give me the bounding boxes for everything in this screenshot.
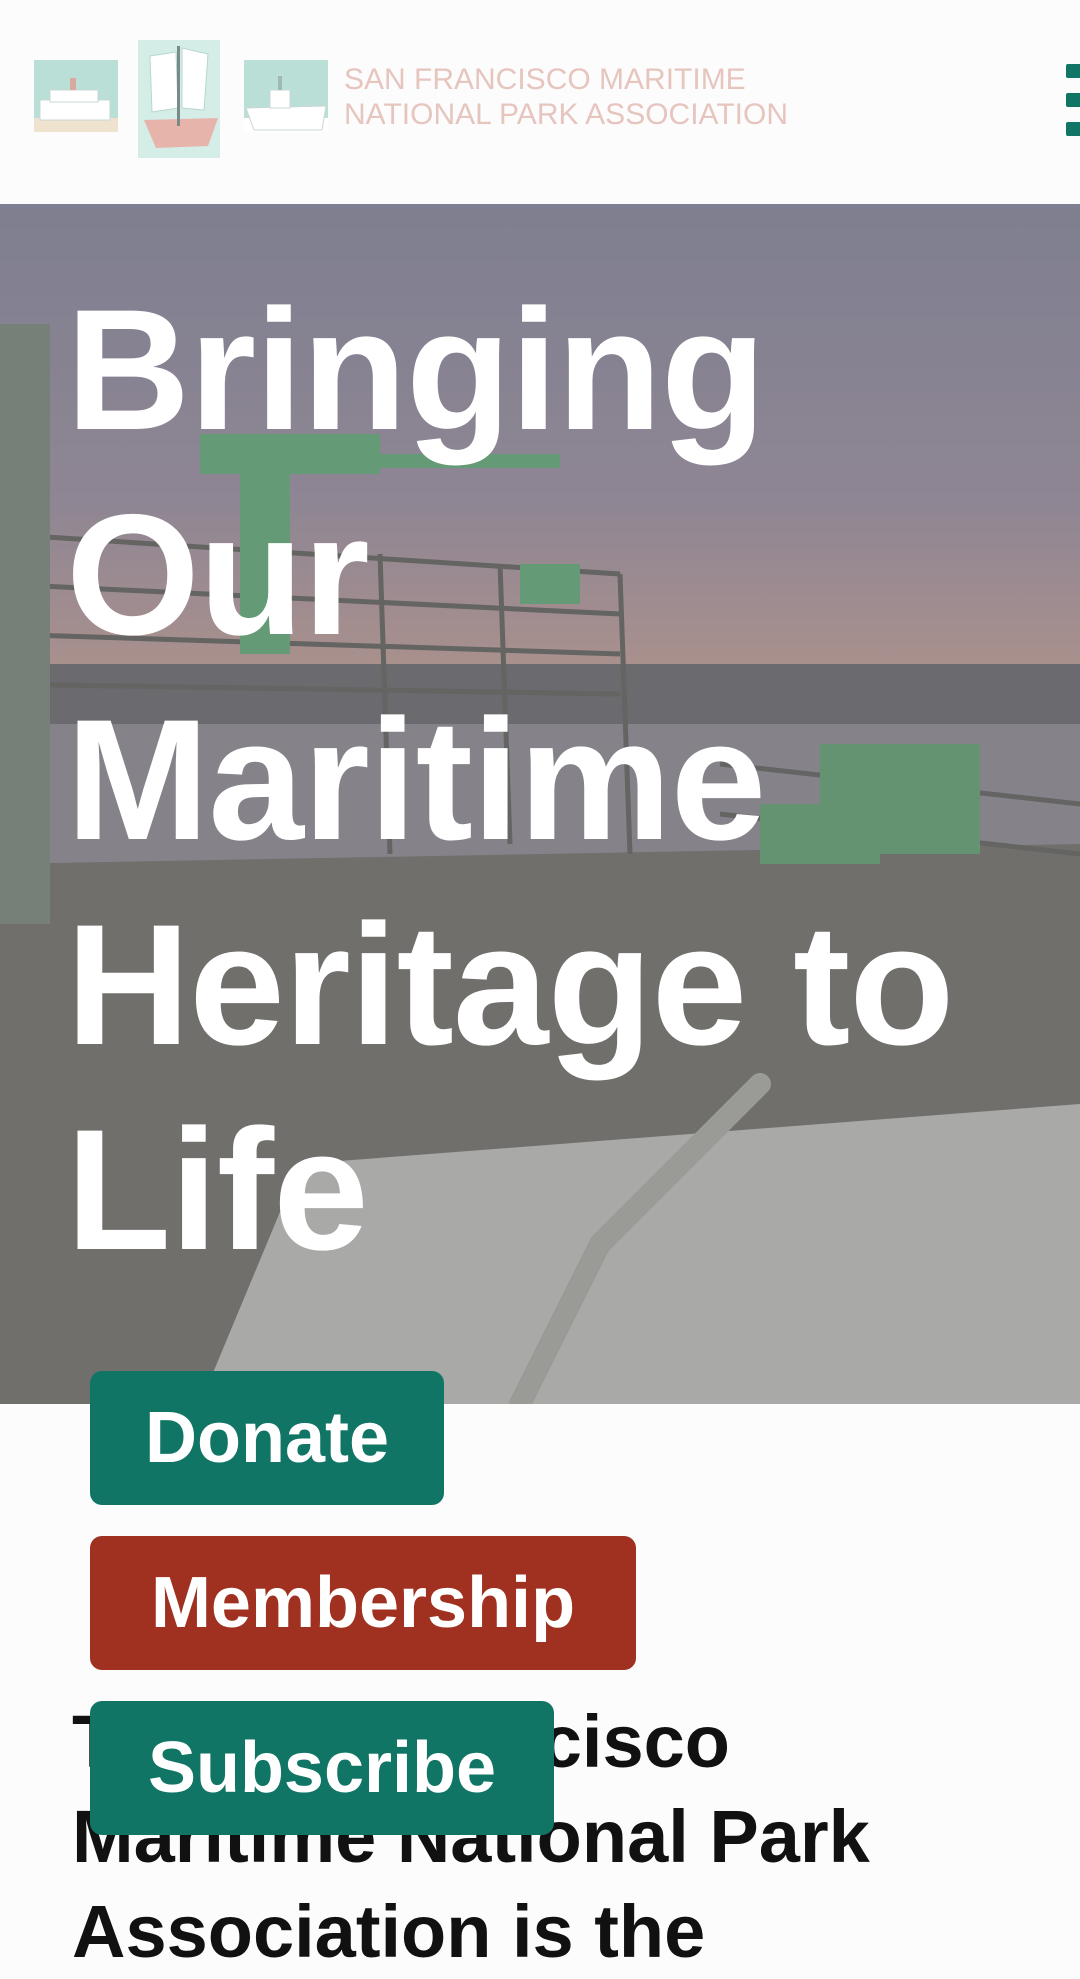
menu-bar xyxy=(1066,93,1080,107)
hero-title: Bringing Our Maritime Heritage to Life xyxy=(66,274,954,1286)
site-header: San Francisco Maritime National Park Ass… xyxy=(0,0,1080,204)
logo-text-line1: San Francisco Maritime xyxy=(344,63,746,96)
donate-button[interactable]: Donate xyxy=(90,1371,444,1505)
membership-button[interactable]: Membership xyxy=(90,1536,636,1670)
hero-section: Bringing Our Maritime Heritage to Life xyxy=(0,204,1080,1404)
logo-text: San Francisco Maritime National Park Ass… xyxy=(344,62,788,132)
site-logo[interactable]: San Francisco Maritime National Park Ass… xyxy=(32,38,788,160)
subscribe-button[interactable]: Subscribe xyxy=(90,1701,554,1835)
logo-ships-icon xyxy=(34,40,328,158)
hamburger-menu-icon[interactable] xyxy=(1066,64,1080,136)
logo-text-line2: National Park Association xyxy=(344,98,788,131)
menu-bar xyxy=(1066,64,1080,78)
menu-bar xyxy=(1066,122,1080,136)
